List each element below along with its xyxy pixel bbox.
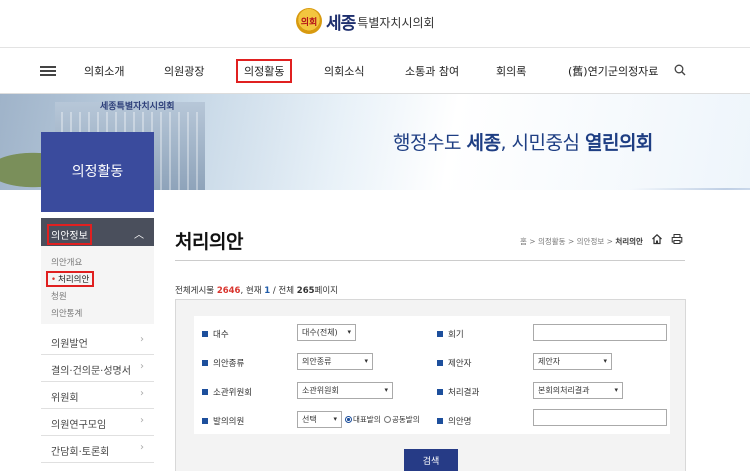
bill-name-label: 의안명 (437, 415, 471, 427)
chevron-down-icon: ▾ (347, 328, 351, 336)
result-select[interactable]: 본회의처리결과 ▾ (533, 382, 623, 399)
chevron-right-icon: › (140, 442, 144, 453)
lnb-submenu: 의안개요 처리의안 청원 의안통계 (41, 246, 154, 324)
lnb-section-bill-info[interactable]: 의안정보 ︿ (41, 218, 154, 246)
page-title: 처리의안 (175, 231, 243, 253)
breadcrumb-level1[interactable]: 의정활동 (538, 237, 566, 246)
chevron-right-icon: › (140, 361, 144, 372)
lnb-sub-bill-statistics[interactable]: 의안통계 (51, 307, 82, 319)
logo-main-text: 세종 (326, 13, 356, 34)
banner-swoosh (380, 188, 750, 190)
bill-name-input[interactable] (533, 409, 667, 426)
hamburger-icon[interactable] (40, 66, 56, 76)
term-label: 대수 (202, 328, 229, 340)
lnb-title: 의정활동 (41, 132, 154, 212)
title-divider (175, 260, 685, 261)
council-emblem-icon: 의회 (296, 8, 322, 34)
search-icon[interactable] (674, 64, 686, 76)
lnb-section-resolutions[interactable]: 결의·건의문·성명서 › (41, 355, 154, 382)
lnb-section-committee[interactable]: 위원회 › (41, 382, 154, 409)
chevron-down-icon: ▾ (384, 386, 388, 394)
sponsor-select[interactable]: 선택 ▾ (297, 411, 342, 428)
breadcrumb-home[interactable]: 홈 (520, 237, 527, 246)
page: 의회 세종 특별자치시의회 의회소개 의원광장 의정활동 의회소식 소통과 참여… (0, 0, 750, 471)
gnb-item-council-intro[interactable]: 의회소개 (84, 63, 124, 79)
banner-slogan: 행정수도 세종, 시민중심 열린의회 (393, 132, 653, 154)
site-logo[interactable]: 의회 세종 특별자치시의회 (296, 8, 435, 34)
radio-co-sponsor[interactable]: 공동발의 (384, 414, 420, 425)
breadcrumb-current: 처리의안 (615, 237, 643, 246)
building-sign: 세종특별자치시의회 (100, 102, 175, 112)
lnb-section-label: 의안정보 (47, 224, 92, 245)
breadcrumb-level2[interactable]: 의안정보 (577, 237, 605, 246)
chevron-down-icon: ▾ (333, 415, 337, 423)
post-count: 전체게시물 2646, 현재 1 / 전체 265페이지 (175, 286, 338, 296)
chevron-right-icon: › (140, 415, 144, 426)
term-select[interactable]: 대수(전체) ▾ (297, 324, 356, 341)
bill-type-label: 의안종류 (202, 357, 244, 369)
chevron-down-icon: ▾ (614, 386, 618, 394)
gnb-item-archive[interactable]: (舊)연기군의정자료 (568, 63, 658, 79)
proposer-select[interactable]: 제안자 ▾ (533, 353, 612, 370)
lnb-section-speeches[interactable]: 의원발언 › (41, 328, 154, 355)
gnb-item-participation[interactable]: 소통과 참여 (405, 63, 459, 79)
radio-main-sponsor[interactable]: 대표발의 (345, 414, 381, 425)
logo-sub-text: 특별자치시의회 (357, 16, 435, 30)
chevron-up-icon: ︿ (134, 230, 144, 241)
result-label: 처리결과 (437, 386, 479, 398)
chevron-right-icon: › (140, 388, 144, 399)
lnb-sub-bill-overview[interactable]: 의안개요 (51, 256, 82, 268)
chevron-down-icon: ▾ (364, 357, 368, 365)
bill-type-select[interactable]: 의안종류 ▾ (297, 353, 373, 370)
gnb-item-activities[interactable]: 의정활동 (236, 59, 293, 83)
top-header: 의회 세종 특별자치시의회 (0, 0, 750, 48)
gnb-item-minutes[interactable]: 회의록 (496, 63, 526, 79)
gnb-item-news[interactable]: 의회소식 (324, 63, 364, 79)
proposer-label: 제안자 (437, 357, 471, 369)
session-label: 회기 (437, 328, 464, 340)
search-button[interactable]: 검색 (404, 449, 458, 471)
global-navigation: 의회소개 의원광장 의정활동 의회소식 소통과 참여 회의록 (舊)연기군의정자… (0, 48, 750, 94)
committee-select[interactable]: 소관위원회 ▾ (297, 382, 393, 399)
sponsor-label: 발의의원 (202, 415, 244, 427)
session-input[interactable] (533, 324, 667, 341)
committee-label: 소관위원회 (202, 386, 252, 398)
radio-empty-icon (384, 416, 391, 423)
chevron-down-icon: ▾ (603, 357, 607, 365)
print-icon[interactable] (671, 233, 683, 245)
radio-selected-icon (345, 416, 352, 423)
lnb-section-forums[interactable]: 간담회·토론회 › (41, 436, 154, 463)
lnb-section-research-groups[interactable]: 의원연구모임 › (41, 409, 154, 436)
gnb-item-members[interactable]: 의원광장 (164, 63, 204, 79)
breadcrumb: 홈 > 의정활동 > 의안정보 > 처리의안 (520, 237, 643, 246)
lnb-sub-petition[interactable]: 청원 (51, 290, 67, 302)
chevron-right-icon: › (140, 334, 144, 345)
lnb-sub-processed-bills[interactable]: 처리의안 (46, 271, 95, 287)
home-icon[interactable] (651, 233, 663, 245)
